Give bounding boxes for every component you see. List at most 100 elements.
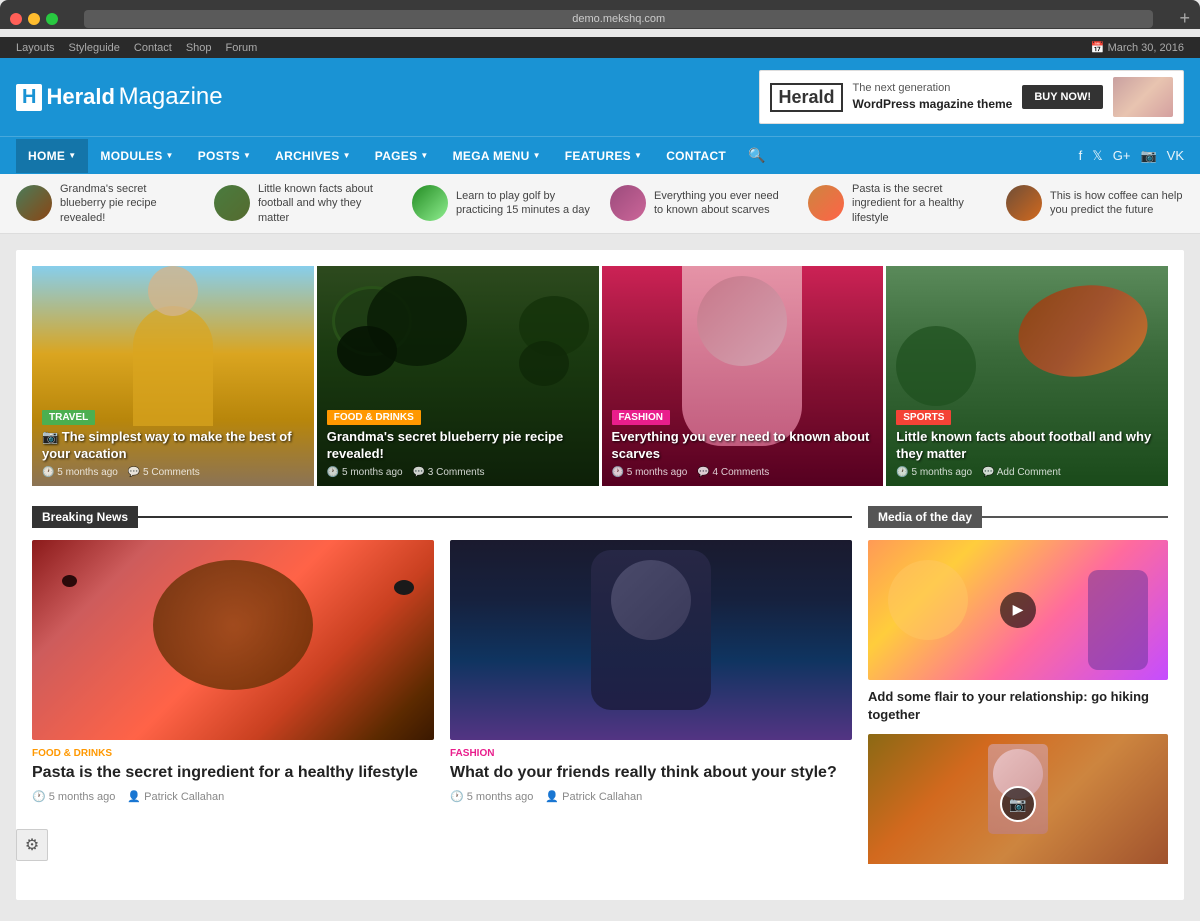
camera-icon[interactable]: 📷 — [1000, 786, 1036, 822]
instagram-icon[interactable]: 📷 — [1140, 148, 1156, 164]
bn-article-2[interactable]: FASHION What do your friends really thin… — [450, 540, 852, 803]
featured-overlay-3: FASHION Everything you ever need to know… — [602, 400, 884, 486]
breaking-news-header: Breaking News — [32, 506, 852, 528]
breaking-news-section: Breaking News FOOD & DRINKS Pasta is the… — [32, 506, 852, 884]
ticker-item-2[interactable]: Little known facts about football and wh… — [214, 182, 392, 225]
nav-features[interactable]: FEATURES ▼ — [553, 139, 654, 173]
featured-article-4[interactable]: SPORTS Little known facts about football… — [886, 266, 1168, 486]
media-divider — [982, 516, 1168, 518]
ad-logo: Herald — [770, 83, 842, 112]
minimize-button[interactable] — [28, 13, 40, 25]
section-divider — [138, 516, 852, 518]
news-ticker: Grandma's secret blueberry pie recipe re… — [0, 174, 1200, 234]
nav-posts[interactable]: POSTS ▼ — [186, 139, 263, 173]
content-box: TRAVEL 📷 The simplest way to make the be… — [16, 250, 1184, 900]
top-nav-layouts[interactable]: Layouts — [16, 42, 55, 54]
close-button[interactable] — [10, 13, 22, 25]
ticker-item-3[interactable]: Learn to play golf by practicing 15 minu… — [412, 185, 590, 221]
featured-articles-grid: TRAVEL 📷 The simplest way to make the be… — [32, 266, 1168, 486]
featured-overlay-1: TRAVEL 📷 The simplest way to make the be… — [32, 400, 314, 486]
bn-article-1[interactable]: FOOD & DRINKS Pasta is the secret ingred… — [32, 540, 434, 803]
media-image-1: ▶ — [868, 540, 1168, 680]
main-content: TRAVEL 📷 The simplest way to make the be… — [0, 234, 1200, 916]
bn-title-2: What do your friends really think about … — [450, 763, 852, 784]
media-section-title: Media of the day — [868, 506, 982, 528]
browser-window: demo.mekshq.com + — [0, 0, 1200, 29]
ticker-thumb-6 — [1006, 185, 1042, 221]
featured-title-2: Grandma's secret blueberry pie recipe re… — [327, 429, 589, 463]
ticker-thumb-3 — [412, 185, 448, 221]
media-item-1[interactable]: ▶ Add some flair to your relationship: g… — [868, 540, 1168, 724]
category-badge-food: FOOD & DRINKS — [327, 410, 421, 425]
featured-title-1: 📷 The simplest way to make the best of y… — [42, 429, 304, 463]
media-title-1: Add some flair to your relationship: go … — [868, 688, 1168, 724]
settings-button[interactable]: ⚙ — [16, 829, 48, 861]
social-links: f 𝕏 G+ 📷 VK — [1079, 148, 1184, 164]
featured-title-4: Little known facts about football and wh… — [896, 429, 1158, 463]
featured-article-2[interactable]: FOOD & DRINKS Grandma's secret blueberry… — [317, 266, 599, 486]
logo-text: Herald Magazine — [46, 83, 222, 111]
ticker-thumb-2 — [214, 185, 250, 221]
media-item-2[interactable]: 📷 — [868, 734, 1168, 874]
ticker-thumb-5 — [808, 185, 844, 221]
featured-article-1[interactable]: TRAVEL 📷 The simplest way to make the be… — [32, 266, 314, 486]
top-nav-forum[interactable]: Forum — [226, 42, 258, 54]
ticker-text-4: Everything you ever need to known about … — [654, 189, 788, 218]
site-logo[interactable]: H Herald Magazine — [16, 83, 223, 111]
bn-image-1 — [32, 540, 434, 740]
facebook-icon[interactable]: f — [1079, 148, 1083, 163]
nav-pages[interactable]: PAGES ▼ — [363, 139, 441, 173]
googleplus-icon[interactable]: G+ — [1113, 148, 1131, 163]
category-badge-fashion: FASHION — [612, 410, 670, 425]
category-badge-sports: SPORTS — [896, 410, 951, 425]
bottom-sections: Breaking News FOOD & DRINKS Pasta is the… — [32, 506, 1168, 884]
bn-category-1: FOOD & DRINKS — [32, 748, 434, 759]
nav-mega-menu[interactable]: MEGA MENU ▼ — [441, 139, 553, 173]
ticker-text-5: Pasta is the secret ingredient for a hea… — [852, 182, 986, 225]
play-icon[interactable]: ▶ — [1000, 592, 1036, 628]
top-nav-links: Layouts Styleguide Contact Shop Forum — [16, 42, 257, 54]
address-bar[interactable]: demo.mekshq.com — [84, 10, 1153, 28]
ticker-text-6: This is how coffee can help you predict … — [1050, 189, 1184, 218]
top-nav-shop[interactable]: Shop — [186, 42, 212, 54]
category-badge-travel: TRAVEL — [42, 410, 95, 425]
nav-links: HOME ▼ MODULES ▼ POSTS ▼ ARCHIVES ▼ PAGE… — [16, 137, 776, 174]
bn-meta-1: 🕐 5 months ago 👤 Patrick Callahan — [32, 790, 434, 803]
ticker-text-3: Learn to play golf by practicing 15 minu… — [456, 189, 590, 218]
header-advertisement[interactable]: Herald The next generation WordPress mag… — [759, 70, 1184, 124]
ticker-item-4[interactable]: Everything you ever need to known about … — [610, 185, 788, 221]
ad-image — [1113, 77, 1173, 117]
twitter-icon[interactable]: 𝕏 — [1092, 148, 1102, 164]
new-tab-button[interactable]: + — [1179, 8, 1190, 29]
nav-contact[interactable]: CONTACT — [654, 139, 738, 173]
featured-meta-2: 🕐 5 months ago 💬 3 Comments — [327, 467, 589, 478]
media-of-day-section: Media of the day ▶ Add some flair to you… — [868, 506, 1168, 884]
top-nav-contact[interactable]: Contact — [134, 42, 172, 54]
nav-home[interactable]: HOME ▼ — [16, 139, 88, 173]
featured-overlay-2: FOOD & DRINKS Grandma's secret blueberry… — [317, 400, 599, 486]
ticker-item-5[interactable]: Pasta is the secret ingredient for a hea… — [808, 182, 986, 225]
ad-text: The next generation WordPress magazine t… — [853, 81, 1013, 113]
nav-modules[interactable]: MODULES ▼ — [88, 139, 185, 173]
featured-title-3: Everything you ever need to known about … — [612, 429, 874, 463]
logo-icon: H — [16, 84, 42, 111]
maximize-button[interactable] — [46, 13, 58, 25]
bn-meta-2: 🕐 5 months ago 👤 Patrick Callahan — [450, 790, 852, 803]
top-nav-styleguide[interactable]: Styleguide — [69, 42, 120, 54]
ticker-item-6[interactable]: This is how coffee can help you predict … — [1006, 185, 1184, 221]
media-header: Media of the day — [868, 506, 1168, 528]
featured-meta-4: 🕐 5 months ago 💬 Add Comment — [896, 467, 1158, 478]
featured-meta-3: 🕐 5 months ago 💬 4 Comments — [612, 467, 874, 478]
date-display: 📅 March 30, 2016 — [1091, 41, 1184, 54]
breaking-news-title: Breaking News — [32, 506, 138, 528]
featured-overlay-4: SPORTS Little known facts about football… — [886, 400, 1168, 486]
ticker-text-2: Little known facts about football and wh… — [258, 182, 392, 225]
breaking-news-grid: FOOD & DRINKS Pasta is the secret ingred… — [32, 540, 852, 803]
nav-archives[interactable]: ARCHIVES ▼ — [263, 139, 363, 173]
featured-article-3[interactable]: FASHION Everything you ever need to know… — [602, 266, 884, 486]
top-navigation-bar: Layouts Styleguide Contact Shop Forum 📅 … — [0, 37, 1200, 58]
ticker-item-1[interactable]: Grandma's secret blueberry pie recipe re… — [16, 182, 194, 225]
search-icon[interactable]: 🔍 — [738, 137, 775, 174]
vk-icon[interactable]: VK — [1167, 148, 1184, 163]
ad-buy-button[interactable]: BUY NOW! — [1022, 85, 1103, 109]
